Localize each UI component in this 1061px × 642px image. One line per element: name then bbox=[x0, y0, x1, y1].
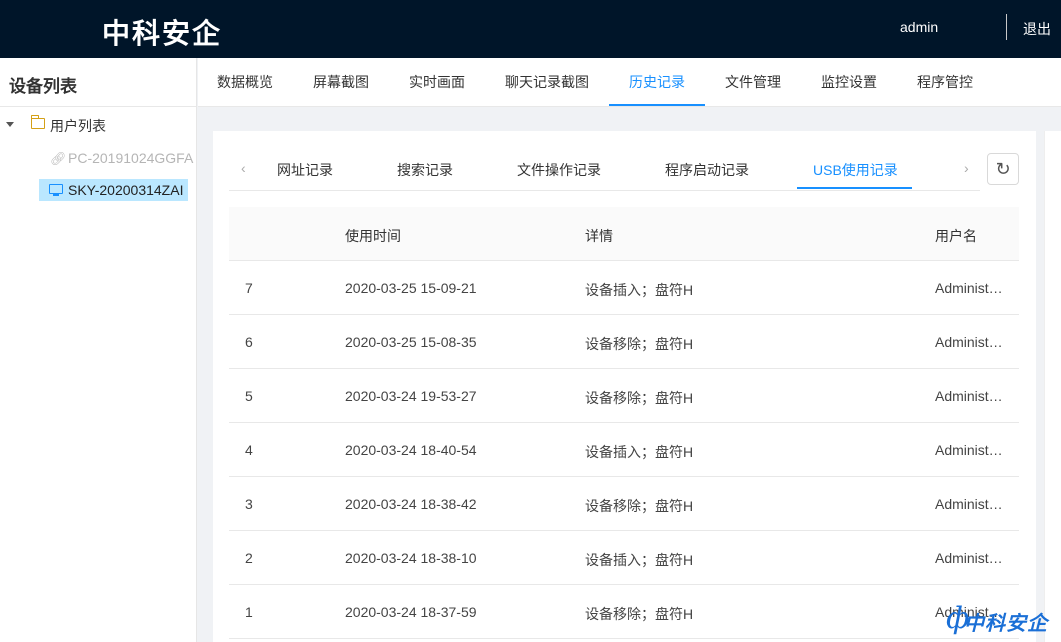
cell-time: 2020-03-24 19-53-27 bbox=[345, 388, 477, 404]
header-divider bbox=[1006, 14, 1007, 40]
chevron-left-icon[interactable]: ‹ bbox=[241, 160, 246, 176]
cell-time: 2020-03-24 18-38-10 bbox=[345, 550, 477, 566]
table-row[interactable]: 7 2020-03-25 15-09-21 设备插入；盘符H Administ… bbox=[229, 261, 1019, 315]
cell-username: Administ… bbox=[935, 496, 1003, 512]
caret-down-icon[interactable] bbox=[6, 122, 14, 127]
cell-index: 6 bbox=[245, 334, 253, 350]
folder-icon bbox=[31, 115, 45, 129]
watermark-text: 中科安企 bbox=[964, 611, 1048, 635]
tab-monitor-settings[interactable]: 监控设置 bbox=[821, 58, 877, 107]
device-sidebar: 设备列表 用户列表 🔗︎ PC-20191024GGFA SKY-2020031… bbox=[0, 58, 197, 642]
cell-detail: 设备移除；盘符H bbox=[585, 606, 694, 622]
table-row[interactable]: 1 2020-03-24 18-37-59 设备移除；盘符H Administ… bbox=[229, 585, 1019, 639]
cell-username: Administ… bbox=[935, 550, 1003, 566]
main-tab-bar: 数据概览 屏幕截图 实时画面 聊天记录截图 历史记录 文件管理 监控设置 程序管… bbox=[198, 58, 1061, 107]
tab-chat-screenshots[interactable]: 聊天记录截图 bbox=[505, 58, 589, 107]
table-row[interactable]: 4 2020-03-24 18-40-54 设备插入；盘符H Administ… bbox=[229, 423, 1019, 477]
table-row[interactable]: 2 2020-03-24 18-38-10 设备插入；盘符H Administ… bbox=[229, 531, 1019, 585]
cell-time: 2020-03-24 18-40-54 bbox=[345, 442, 477, 458]
tree-root-user-list[interactable]: 用户列表 bbox=[0, 115, 196, 136]
cell-username: Administ… bbox=[935, 442, 1003, 458]
tab-live-view[interactable]: 实时画面 bbox=[409, 58, 465, 107]
cell-index: 4 bbox=[245, 442, 253, 458]
subtab-usb-records[interactable]: USB使用记录 bbox=[813, 150, 898, 190]
subtab-url-records[interactable]: 网址记录 bbox=[277, 150, 333, 190]
table-row[interactable]: 6 2020-03-25 15-08-35 设备移除；盘符H Administ… bbox=[229, 315, 1019, 369]
refresh-icon: ↻ bbox=[995, 159, 1011, 179]
cell-index: 5 bbox=[245, 388, 253, 404]
cell-time: 2020-03-25 15-08-35 bbox=[345, 334, 477, 350]
tab-screenshots[interactable]: 屏幕截图 bbox=[313, 58, 369, 107]
tree-node-device-pc[interactable]: 🔗︎ PC-20191024GGFA bbox=[48, 150, 196, 168]
table-row[interactable]: 5 2020-03-24 19-53-27 设备移除；盘符H Administ… bbox=[229, 369, 1019, 423]
tab-data-overview[interactable]: 数据概览 bbox=[217, 58, 273, 107]
cell-detail: 设备插入；盘符H bbox=[585, 282, 694, 298]
brand-logo-text: 中科安企 bbox=[102, 18, 223, 49]
right-edge-panel bbox=[1044, 131, 1061, 642]
subtab-search-records[interactable]: 搜索记录 bbox=[397, 150, 453, 190]
cell-detail: 设备移除；盘符H bbox=[585, 498, 694, 514]
cell-time: 2020-03-24 18-38-42 bbox=[345, 496, 477, 512]
logout-button[interactable]: 退出 bbox=[1023, 19, 1051, 39]
active-subtab-indicator bbox=[797, 187, 912, 189]
cell-time: 2020-03-25 15-09-21 bbox=[345, 280, 477, 296]
cell-detail: 设备移除；盘符H bbox=[585, 336, 694, 352]
column-header-detail: 详情 bbox=[585, 228, 613, 244]
refresh-button[interactable]: ↻ bbox=[987, 153, 1019, 185]
cell-index: 3 bbox=[245, 496, 253, 512]
tab-program-control[interactable]: 程序管控 bbox=[917, 58, 973, 107]
usb-records-table: 使用时间 详情 用户名 7 2020-03-25 15-09-21 设备插入；盘… bbox=[229, 207, 1019, 639]
table-row[interactable]: 3 2020-03-24 18-38-42 设备移除；盘符H Administ… bbox=[229, 477, 1019, 531]
monitor-icon bbox=[49, 184, 63, 196]
table-header: 使用时间 详情 用户名 bbox=[229, 207, 1019, 261]
sidebar-divider bbox=[0, 106, 196, 107]
username-label[interactable]: admin bbox=[900, 19, 938, 35]
device-label: SKY-20200314ZAI bbox=[68, 182, 184, 198]
cell-detail: 设备插入；盘符H bbox=[585, 552, 694, 568]
brand-watermark: ф 中科安企 bbox=[946, 601, 1061, 637]
cell-index: 2 bbox=[245, 550, 253, 566]
cell-detail: 设备移除；盘符H bbox=[585, 390, 694, 406]
column-header-username: 用户名 bbox=[935, 228, 977, 244]
history-subtab-bar: ‹ 网址记录 搜索记录 文件操作记录 程序启动记录 USB使用记录 › bbox=[229, 150, 980, 191]
cell-detail: 设备插入；盘符H bbox=[585, 444, 694, 460]
cell-username: Administ… bbox=[935, 388, 1003, 404]
cell-username: Administ… bbox=[935, 334, 1003, 350]
cell-time: 2020-03-24 18-37-59 bbox=[345, 604, 477, 620]
chevron-right-icon[interactable]: › bbox=[964, 160, 969, 176]
active-tab-indicator bbox=[609, 104, 705, 106]
device-label: PC-20191024GGFA bbox=[68, 150, 194, 166]
cell-index: 7 bbox=[245, 280, 253, 296]
cell-username: Administ… bbox=[935, 280, 1003, 296]
tab-history[interactable]: 历史记录 bbox=[629, 58, 685, 107]
top-header: 中科安企 admin 退出 bbox=[0, 0, 1061, 58]
sidebar-title: 设备列表 bbox=[9, 77, 77, 96]
tree-node-device-sky[interactable]: SKY-20200314ZAI bbox=[39, 179, 188, 201]
subtab-program-launch-records[interactable]: 程序启动记录 bbox=[665, 150, 749, 190]
tab-file-management[interactable]: 文件管理 bbox=[725, 58, 781, 107]
link-icon: 🔗︎ bbox=[50, 151, 67, 166]
subtab-file-operation-records[interactable]: 文件操作记录 bbox=[517, 150, 601, 190]
column-header-time: 使用时间 bbox=[345, 228, 401, 244]
cell-index: 1 bbox=[245, 604, 253, 620]
tree-root-label: 用户列表 bbox=[50, 118, 106, 134]
